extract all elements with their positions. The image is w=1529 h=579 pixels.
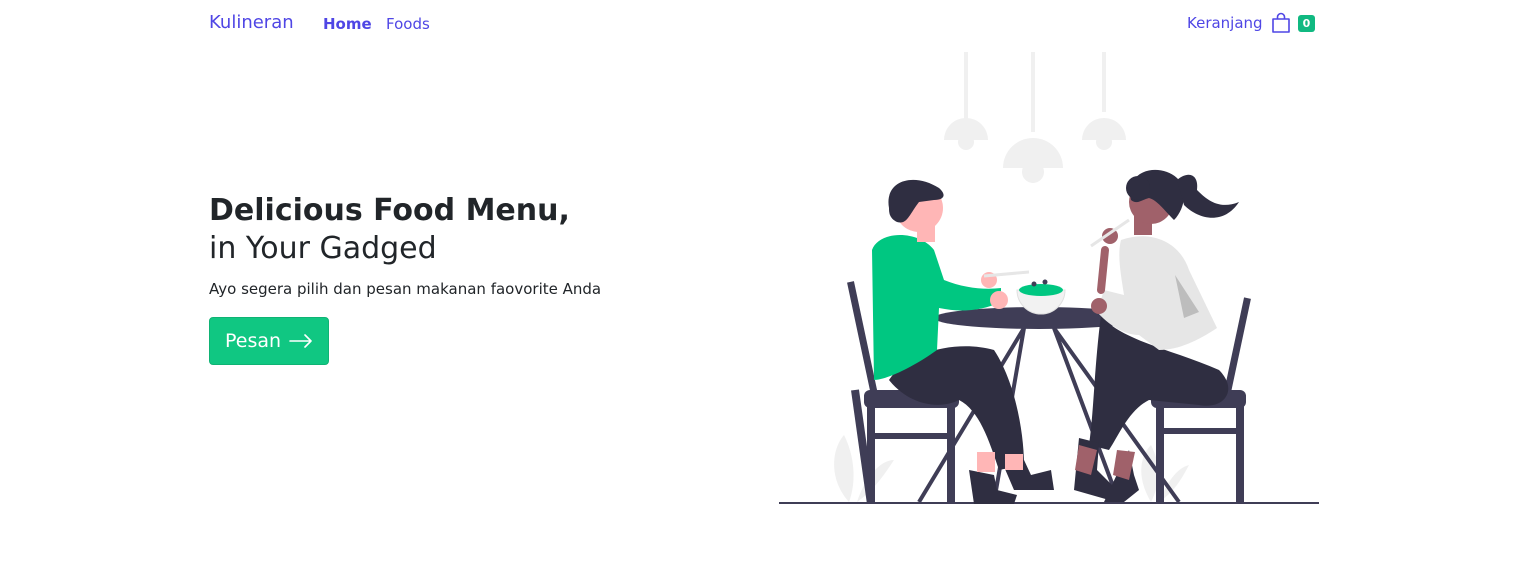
cart-label: Keranjang [1187, 14, 1263, 32]
shopping-bag-icon [1271, 12, 1290, 33]
cart-count-badge: 0 [1297, 14, 1316, 32]
dining-couple-illustration [779, 52, 1319, 504]
brand-link[interactable]: Kulineran [209, 12, 294, 33]
order-button[interactable]: Pesan [209, 317, 329, 365]
hero-description: Ayo segera pilih dan pesan makanan faovo… [209, 280, 602, 298]
nav-link-foods[interactable]: Foods [386, 15, 430, 33]
hero-subtitle: in Your Gadged [209, 231, 437, 266]
navbar: Kulineran Home Foods Keranjang 0 [0, 0, 1529, 48]
order-button-label: Pesan [224, 330, 282, 352]
arrow-right-icon [289, 334, 312, 348]
cart-link[interactable]: Keranjang 0 [1187, 12, 1316, 34]
man-figure [872, 179, 1054, 504]
hero-title: Delicious Food Menu, [209, 193, 570, 228]
pendant-lamp-icon [944, 52, 1126, 183]
nav-link-home[interactable]: Home [323, 15, 372, 33]
